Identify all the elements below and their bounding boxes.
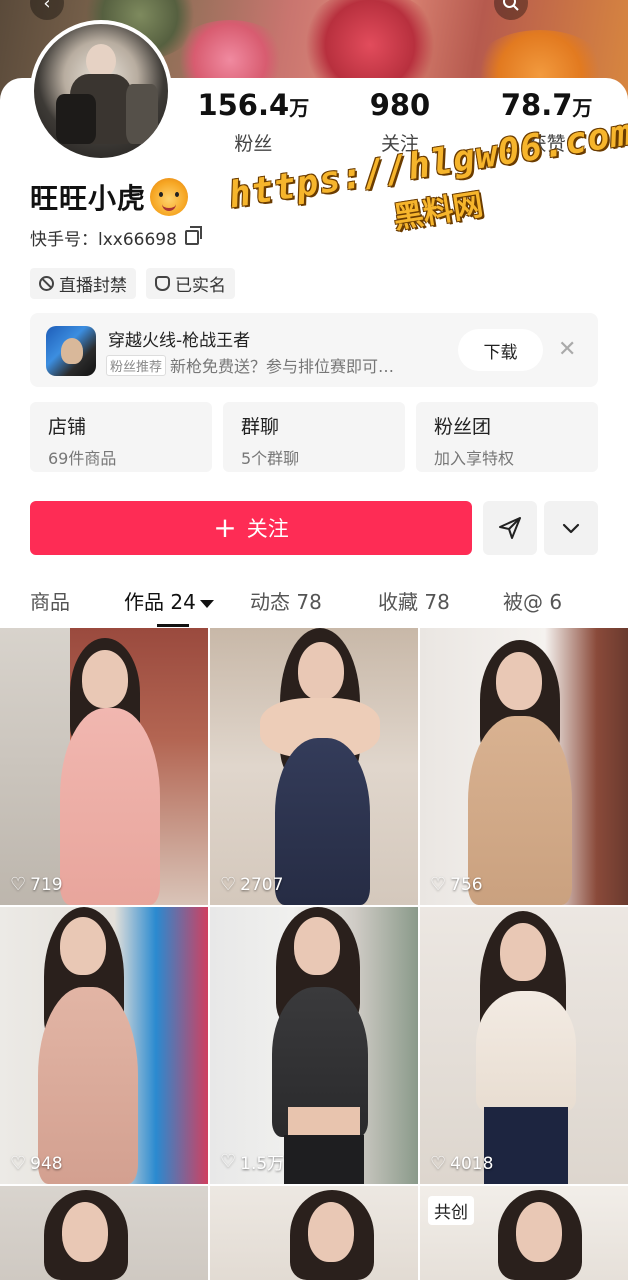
- like-count: ♡ 756: [430, 874, 483, 895]
- video-thumbnail[interactable]: ♡ 948: [0, 907, 208, 1184]
- kuaishou-id[interactable]: 快手号：lxx66698: [30, 225, 202, 250]
- video-thumbnail[interactable]: ♡ 756: [420, 628, 628, 905]
- video-thumbnail[interactable]: ♡ 2707: [210, 628, 418, 905]
- video-thumbnail[interactable]: ♡ 719: [0, 628, 208, 905]
- shop-title: 店铺: [48, 416, 87, 438]
- tiger-emoji-icon: [150, 178, 189, 216]
- content-tabs: 商品 作品 24 动态 78 收藏 78 被@ 6: [0, 580, 628, 628]
- ad-title: 穿越火线-枪战王者: [108, 331, 251, 351]
- like-count: ♡ 4018: [430, 1153, 494, 1174]
- profile-tags: 直播封禁 已实名: [30, 268, 235, 299]
- caret-down-icon: [199, 599, 214, 608]
- profile-name: 旺旺小虎: [30, 182, 147, 215]
- heart-icon: ♡: [220, 1151, 237, 1172]
- ad-subtitle: 粉丝推荐 新枪免费送？参与排位赛即可…: [106, 353, 394, 377]
- plus-icon: +: [213, 511, 237, 544]
- download-button[interactable]: 下载: [458, 329, 543, 371]
- heart-icon: ♡: [220, 874, 237, 895]
- stat-followers[interactable]: 156.4万 粉丝: [183, 88, 323, 156]
- group-chat-entry[interactable]: 群聊 5个群聊: [223, 402, 405, 472]
- heart-icon: ♡: [10, 874, 27, 895]
- like-count: ♡ 1.5万: [220, 1151, 285, 1174]
- feature-entries: 店铺 69件商品 群聊 5个群聊 粉丝团 加入享特权: [30, 402, 598, 472]
- follow-label: 关注: [246, 517, 289, 541]
- like-count: ♡ 948: [10, 1153, 63, 1174]
- tag-verified: 已实名: [146, 268, 235, 299]
- chevron-down-icon: [562, 523, 580, 534]
- more-options-button[interactable]: [544, 501, 598, 555]
- stat-following-value: 980: [369, 88, 431, 122]
- group-chat-title: 群聊: [241, 416, 280, 438]
- follow-button[interactable]: + 关注: [30, 501, 472, 555]
- profile-name-row: 旺旺小虎: [30, 177, 189, 217]
- tag-live-banned: 直播封禁: [30, 268, 136, 299]
- shop-entry[interactable]: 店铺 69件商品: [30, 402, 212, 472]
- search-icon: [503, 0, 519, 11]
- ad-description: 新枪免费送？参与排位赛即可…: [170, 357, 395, 376]
- send-icon: [499, 517, 521, 539]
- heart-icon: ♡: [10, 1153, 27, 1174]
- shop-subtitle: 69件商品: [48, 449, 117, 468]
- stat-followers-value: 156.4万: [197, 88, 310, 122]
- search-button[interactable]: [494, 0, 528, 20]
- like-count: ♡ 2707: [220, 874, 284, 895]
- tab-moments[interactable]: 动态 78: [250, 586, 322, 615]
- kuaishou-id-text: 快手号：lxx66698: [30, 230, 177, 250]
- message-button[interactable]: [483, 501, 537, 555]
- group-chat-subtitle: 5个群聊: [241, 449, 300, 468]
- active-tab-indicator: [157, 624, 189, 627]
- profile-screen: ‹ 156.4万 粉丝 980 关注 78.7万 获赞 旺旺小虎 快手号：lxx…: [0, 0, 628, 1280]
- video-thumbnail[interactable]: 共创: [420, 1186, 628, 1280]
- shield-check-icon: [155, 276, 170, 291]
- co-creation-badge: 共创: [428, 1196, 474, 1225]
- ad-badge: 粉丝推荐: [106, 354, 167, 376]
- tab-favorites[interactable]: 收藏 78: [378, 586, 450, 615]
- game-ad-card[interactable]: 穿越火线-枪战王者 粉丝推荐 新枪免费送？参与排位赛即可… 下载 ✕: [30, 313, 598, 387]
- tab-works[interactable]: 作品 24: [124, 586, 214, 615]
- like-count: ♡ 719: [10, 874, 63, 895]
- close-icon[interactable]: ✕: [558, 337, 576, 362]
- stat-followers-label: 粉丝: [234, 133, 273, 155]
- copy-icon[interactable]: [184, 226, 202, 245]
- fan-club-title: 粉丝团: [434, 416, 492, 438]
- video-thumbnail[interactable]: [0, 1186, 208, 1280]
- video-thumbnail[interactable]: [210, 1186, 418, 1280]
- heart-icon: ♡: [430, 1153, 447, 1174]
- back-button[interactable]: ‹: [30, 0, 64, 20]
- game-app-icon: [46, 326, 96, 376]
- fan-club-subtitle: 加入享特权: [434, 449, 515, 468]
- ban-icon: [39, 276, 54, 291]
- video-thumbnail[interactable]: ♡ 1.5万: [210, 907, 418, 1184]
- video-thumbnail[interactable]: ♡ 4018: [420, 907, 628, 1184]
- avatar[interactable]: [30, 20, 172, 162]
- heart-icon: ♡: [430, 874, 447, 895]
- tab-mentions[interactable]: 被@ 6: [503, 586, 562, 615]
- fan-club-entry[interactable]: 粉丝团 加入享特权: [416, 402, 598, 472]
- tab-products[interactable]: 商品: [30, 586, 70, 615]
